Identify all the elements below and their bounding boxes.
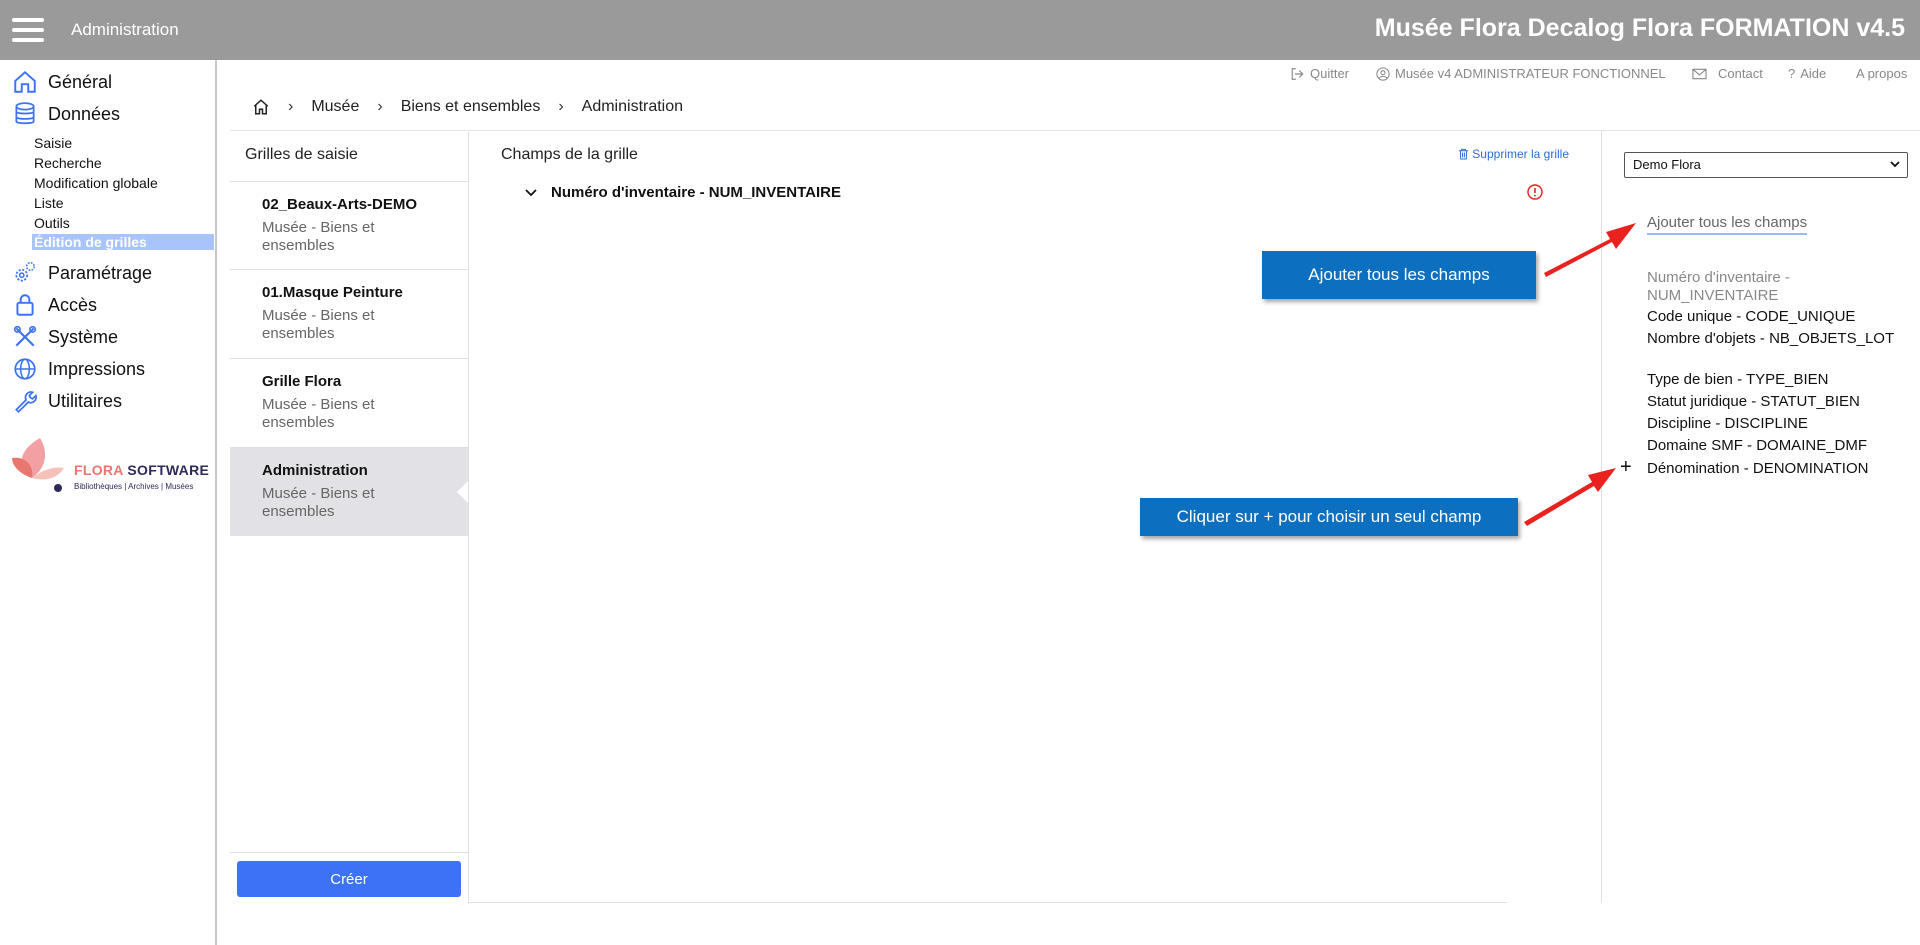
trash-icon <box>1459 148 1469 160</box>
app-title: Musée Flora Decalog Flora FORMATION v4.5 <box>1374 14 1905 42</box>
grid-item-sub: Musée - Biens et ensembles <box>262 307 375 342</box>
sidebar-item-label: Utilitaires <box>48 390 123 411</box>
sidebar-item-label: Impressions <box>48 358 146 379</box>
grid-item-masque-peinture[interactable]: 01.Masque Peinture Musée - Biens et ense… <box>230 269 468 358</box>
create-button[interactable]: Créer <box>237 861 461 897</box>
home-icon <box>14 70 36 93</box>
gears-icon <box>15 261 35 282</box>
lock-icon <box>16 294 34 316</box>
chevron-right-icon: › <box>558 98 564 115</box>
user-icon <box>1376 66 1390 81</box>
available-field-num-inventaire: Numéro d'inventaire - NUM_INVENTAIRE <box>1647 269 1790 304</box>
wrench-icon <box>15 391 37 414</box>
breadcrumb-biens[interactable]: Biens et ensembles <box>401 98 541 116</box>
center-bottom-divider <box>469 902 1507 903</box>
error-icon[interactable] <box>1527 184 1543 200</box>
field-row-num-inventaire[interactable]: Numéro d'inventaire - NUM_INVENTAIRE <box>525 184 841 201</box>
grid-item-name: Administration <box>262 462 368 479</box>
field-source-select[interactable]: Demo Flora <box>1624 152 1908 178</box>
breadcrumb-divider <box>230 130 1920 131</box>
grids-panel-title: Grilles de saisie <box>245 146 358 163</box>
sidebar-item-systeme[interactable]: Système <box>12 324 118 350</box>
sidebar-item-label: Données <box>48 103 121 124</box>
menu-icon[interactable] <box>12 18 44 42</box>
mail-icon <box>1692 68 1707 79</box>
callout-add-all: Ajouter tous les champs <box>1262 251 1536 299</box>
sidebar-item-acces[interactable]: Accès <box>12 292 97 318</box>
sidebar-item-parametrage[interactable]: Paramétrage <box>12 260 152 286</box>
logout-icon <box>1291 67 1304 80</box>
sidebar-item-general[interactable]: Général <box>12 69 112 95</box>
grid-item-sub: Musée - Biens et ensembles <box>262 219 375 254</box>
available-field-type-bien[interactable]: Type de bien - TYPE_BIEN <box>1647 371 1907 389</box>
breadcrumb: › Musée › Biens et ensembles › Administr… <box>252 98 683 116</box>
available-field-denomination[interactable]: Dénomination - DENOMINATION <box>1647 460 1907 478</box>
home-icon[interactable] <box>252 98 270 116</box>
chevron-down-icon[interactable] <box>525 188 537 197</box>
sidebar-sub-recherche[interactable]: Recherche <box>34 155 102 171</box>
sidebar-sub-liste[interactable]: Liste <box>34 195 64 211</box>
fields-panel-title: Champs de la grille <box>501 146 638 163</box>
help-link[interactable]: ? Aide <box>1788 66 1826 81</box>
sidebar-item-utilitaires[interactable]: Utilitaires <box>12 388 122 414</box>
sidebar-sub-modification-globale[interactable]: Modification globale <box>34 175 158 191</box>
sidebar-sub-edition-de-grilles[interactable]: Édition de grilles <box>32 234 214 250</box>
user-link[interactable]: Musée v4 ADMINISTRATEUR FONCTIONNEL <box>1376 66 1666 81</box>
logo-text: FLORA SOFTWARE <box>74 462 210 478</box>
add-field-plus-button[interactable]: + <box>1620 456 1632 479</box>
available-field-domaine[interactable]: Domaine SMF - DOMAINE_DMF <box>1647 437 1907 455</box>
section-title: Administration <box>71 20 179 39</box>
chevron-down-icon <box>1890 161 1900 168</box>
add-all-fields-link[interactable]: Ajouter tous les champs <box>1647 214 1808 235</box>
available-field-statut[interactable]: Statut juridique - STATUT_BIEN <box>1647 393 1907 411</box>
delete-grid-link[interactable]: Supprimer la grille <box>1458 147 1569 161</box>
contact-link[interactable]: Contact <box>1692 66 1763 81</box>
chevron-right-icon: › <box>377 98 383 115</box>
question-icon: ? <box>1788 66 1796 81</box>
tools-icon <box>13 325 37 347</box>
grids-panel: Grilles de saisie 02_Beaux-Arts-DEMO Mus… <box>230 132 469 904</box>
globe-icon <box>14 358 36 380</box>
callout-plus-hint: Cliquer sur + pour choisir un seul champ <box>1140 498 1518 536</box>
sidebar-sub-outils[interactable]: Outils <box>34 215 70 231</box>
top-bar: Administration Musée Flora Decalog Flora… <box>0 0 1920 60</box>
sidebar-item-label: Accès <box>48 294 98 315</box>
arrow-to-add-all <box>1544 223 1636 277</box>
grid-item-name: 02_Beaux-Arts-DEMO <box>262 196 418 213</box>
grid-item-grille-flora[interactable]: Grille Flora Musée - Biens et ensembles <box>230 358 468 447</box>
available-field-code-unique[interactable]: Code unique - CODE_UNIQUE <box>1647 308 1907 326</box>
grid-item-name: 01.Masque Peinture <box>262 284 403 301</box>
quit-link[interactable]: Quitter <box>1290 66 1349 81</box>
sidebar-item-label: Général <box>48 71 113 92</box>
grid-item-sub: Musée - Biens et ensembles <box>262 396 375 431</box>
sidebar-item-label: Paramétrage <box>48 262 153 283</box>
sidebar-item-label: Système <box>48 326 119 347</box>
arrow-to-plus <box>1524 468 1616 526</box>
available-field-discipline[interactable]: Discipline - DISCIPLINE <box>1647 415 1907 433</box>
create-area: Créer <box>230 852 468 905</box>
logo-tagline: Bibliothèques | Archives | Musées <box>74 482 194 491</box>
sidebar-item-impressions[interactable]: Impressions <box>12 356 145 382</box>
field-label: Numéro d'inventaire - NUM_INVENTAIRE <box>551 184 841 201</box>
grid-item-name: Grille Flora <box>262 373 342 390</box>
grid-item-administration[interactable]: Administration Musée - Biens et ensemble… <box>230 447 468 536</box>
flora-software-logo: FLORA SOFTWARE Bibliothèques | Archives … <box>10 432 210 497</box>
sidebar-sub-saisie[interactable]: Saisie <box>34 135 72 151</box>
available-field-nb-objets[interactable]: Nombre d'objets - NB_OBJETS_LOT <box>1647 330 1907 348</box>
chevron-right-icon: › <box>288 98 294 115</box>
breadcrumb-musee[interactable]: Musée <box>311 98 359 116</box>
sidebar: Général Données Saisie Recherche Modific… <box>0 60 217 945</box>
sidebar-item-donnees[interactable]: Données <box>12 101 120 127</box>
grid-item-sub: Musée - Biens et ensembles <box>262 485 375 520</box>
database-icon <box>15 102 35 125</box>
breadcrumb-administration: Administration <box>581 98 684 115</box>
flora-logo-mark <box>12 438 64 492</box>
grid-item-beaux-arts[interactable]: 02_Beaux-Arts-DEMO Musée - Biens et ense… <box>230 181 468 270</box>
about-link[interactable]: A propos <box>1856 66 1907 81</box>
